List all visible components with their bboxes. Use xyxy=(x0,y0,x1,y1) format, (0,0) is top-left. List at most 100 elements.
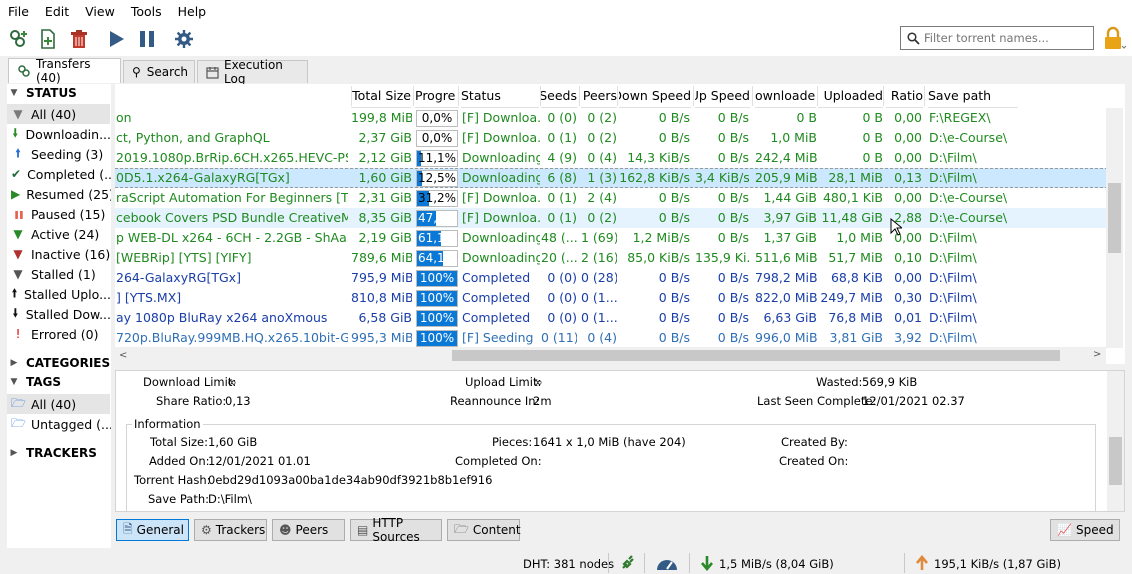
speed-limit-icon[interactable] xyxy=(655,555,679,574)
sidebar-item-inactive[interactable]: ▼ Inactive (16) xyxy=(7,244,111,264)
tab-search[interactable]: ⚲ Search xyxy=(123,60,195,83)
gear-icon[interactable] xyxy=(171,26,197,52)
table-row[interactable]: 264-GalaxyRG[TGx] 795,9 MiB 100% Completed 0… xyxy=(115,268,1108,288)
table-row[interactable]: 720p.BluRay.999MB.HQ.x265.10bit-Galaxy..… xyxy=(115,328,1108,348)
sidebar-item-label: All (40) xyxy=(31,106,77,122)
table-row[interactable]: 0D5.1.x264-GalaxyRG[TGx] 1,60 GiB 12,5% Dow… xyxy=(115,168,1108,188)
menu-file[interactable]: File xyxy=(0,4,37,19)
tab-trackers[interactable]: ⚙ Trackers xyxy=(194,519,267,541)
tab-general[interactable]: 🗎 General xyxy=(116,519,189,541)
tab-peers[interactable]: ☻ Peers xyxy=(272,519,345,541)
cell-seeds: 0 (0) xyxy=(547,110,577,125)
progress-text: 31,2% xyxy=(417,191,457,205)
cell-peers: 0 (4) xyxy=(587,330,617,345)
cell-size: 795,9 MiB xyxy=(351,270,412,285)
sidebar-item-completed[interactable]: ✔ Completed (... xyxy=(7,164,111,184)
menu-tools[interactable]: Tools xyxy=(123,4,170,19)
horizontal-scrollbar[interactable]: < > xyxy=(115,347,1106,364)
cell-downloaded: 1,37 GiB xyxy=(763,230,817,245)
column-header-status[interactable]: Status xyxy=(461,84,539,108)
cell-down: 85,0 KiB/s xyxy=(627,250,690,265)
chevron-down-icon: ▼ xyxy=(10,377,18,387)
progress-text: 100% xyxy=(419,331,455,345)
trackers-header[interactable]: ▶ TRACKERS xyxy=(7,446,97,460)
cell-name: 720p.BluRay.999MB.HQ.x265.10bit-Galaxy..… xyxy=(116,330,348,345)
menu-edit[interactable]: Edit xyxy=(37,4,77,19)
save-path-label: Save Path: xyxy=(148,492,210,506)
cell-seeds: 0 (1) xyxy=(547,190,577,205)
status-header[interactable]: ▼ STATUS xyxy=(7,86,77,100)
delete-icon[interactable] xyxy=(66,26,92,52)
speed-button[interactable]: 📈 Speed xyxy=(1050,519,1120,541)
table-row[interactable]: ay 1080p BluRay x264 anoXmous 6,58 GiB 100… xyxy=(115,308,1108,328)
sidebar-item-downloadin[interactable]: 🠛 Downloadin... xyxy=(7,124,111,144)
chevron-right-icon: ▶ xyxy=(10,358,18,368)
cell-status: Completed xyxy=(462,310,531,325)
sidebar-item-resumed[interactable]: ▶ Resumed (25) xyxy=(7,184,111,204)
progress-text: 100% xyxy=(419,311,455,325)
column-header-save-path[interactable]: Save path xyxy=(928,84,1018,108)
tab-content[interactable]: 🗁 Content xyxy=(447,519,521,541)
table-row[interactable]: [WEBRip] [YTS] [YIFY] 789,6 MiB 64,1% Downl… xyxy=(115,248,1108,268)
play-icon[interactable] xyxy=(103,26,129,52)
table-row[interactable]: ct, Python, and GraphQL 2,37 GiB 0,0% [F] D… xyxy=(115,128,1108,148)
lock-icon[interactable] xyxy=(1103,26,1127,52)
column-header-seeds[interactable]: Seeds xyxy=(541,84,577,108)
search-input[interactable] xyxy=(924,31,1084,45)
cell-ratio: 0,10 xyxy=(894,250,922,265)
cell-uploaded: 68,8 KiB xyxy=(830,270,883,285)
column-header-peers[interactable]: Peers xyxy=(581,84,617,108)
cell-down: 14,3 KiB/s xyxy=(627,150,690,165)
sidebar-item-paused[interactable]: ❚❚ Paused (15) xyxy=(7,204,111,224)
add-link-icon[interactable] xyxy=(5,26,31,52)
progress-text: 100% xyxy=(419,271,455,285)
categories-header[interactable]: ▶ CATEGORIES xyxy=(7,356,111,370)
progress-text: 64,1% xyxy=(417,251,457,265)
cell-uploaded: 76,8 MiB xyxy=(828,310,883,325)
tab-http-sources[interactable]: ▤ HTTP Sources xyxy=(350,516,442,544)
sidebar-item-seeding[interactable]: 🠙 Seeding (3) xyxy=(7,144,111,164)
progress-bar: 100% xyxy=(416,290,458,307)
table-row[interactable]: p WEB-DL x264 - 6CH - 2.2GB - ShAaNiG 2,1… xyxy=(115,228,1108,248)
cell-uploaded: 249,7 MiB xyxy=(820,290,883,305)
connection-icon[interactable] xyxy=(620,555,636,574)
column-header-uploaded[interactable]: Uploaded xyxy=(818,84,883,108)
cell-name: ] [YTS.MX] xyxy=(116,290,182,305)
menu-help[interactable]: Help xyxy=(170,4,215,19)
column-header-total-size[interactable]: Total Size xyxy=(351,84,411,108)
column-header-ownloaded[interactable]: ownloaded xyxy=(755,84,816,108)
sidebar-item-active[interactable]: ▼ Active (24) xyxy=(7,224,111,244)
tab-transfers[interactable]: Transfers (40) xyxy=(8,57,121,85)
cell-downloaded: 822,0 MiB xyxy=(755,290,817,305)
sidebar-item-stalled-uplo[interactable]: 🠙 Stalled Uplo... xyxy=(7,284,111,304)
table-row[interactable]: on 199,8 MiB 0,0% [F] Downloa... 0 (0) 0 (2) 0… xyxy=(115,108,1108,128)
column-header-up-speed[interactable]: Up Speed xyxy=(695,84,750,108)
table-row[interactable]: ] [YTS.MX] 810,8 MiB 100% Completed 0 (0) 0 (… xyxy=(115,288,1108,308)
menu-view[interactable]: View xyxy=(77,4,123,19)
search-box[interactable] xyxy=(900,26,1094,50)
table-row[interactable]: cebook Covers PSD Bundle CreativeMarket.… xyxy=(115,208,1108,228)
tab-execution-log[interactable]: Execution Log xyxy=(197,58,308,86)
table-row[interactable]: raScript Automation For Beginners [TP] 2,… xyxy=(115,188,1108,208)
menu-bar: File Edit View Tools Help xyxy=(0,0,1132,22)
tags-header[interactable]: ▼ TAGS xyxy=(7,375,62,389)
cell-seeds: 0 (11) xyxy=(541,330,577,345)
pause-icon[interactable] xyxy=(134,26,160,52)
add-file-icon[interactable] xyxy=(35,26,61,52)
column-header-down-speed[interactable]: Down Speed xyxy=(619,84,691,108)
sidebar-tag-untagged[interactable]: 🗁 Untagged (... xyxy=(7,414,111,434)
table-row[interactable]: 2019.1080p.BrRip.6CH.x265.HEVC-PSA 2,12 G… xyxy=(115,148,1108,168)
chart-icon: 📈 xyxy=(1057,523,1072,537)
information-header: Information xyxy=(132,417,203,431)
calendar-icon xyxy=(206,66,219,79)
sidebar-item-errored[interactable]: ! Errored (0) xyxy=(7,324,111,344)
mouse-cursor-icon xyxy=(890,217,904,239)
vertical-scrollbar[interactable] xyxy=(1106,108,1123,348)
sidebar-item-all[interactable]: ▼ All (40) xyxy=(7,104,110,124)
cell-size: 6,58 GiB xyxy=(358,310,412,325)
sidebar-tag-all[interactable]: 🗁 All (40) xyxy=(7,394,110,414)
details-scrollbar[interactable] xyxy=(1107,371,1124,511)
sidebar-item-stalled[interactable]: ▼ Stalled (1) xyxy=(7,264,111,284)
sidebar-item-stalled-dow[interactable]: 🠛 Stalled Dow... xyxy=(7,304,111,324)
column-header-ratio[interactable]: Ratio xyxy=(886,84,923,108)
